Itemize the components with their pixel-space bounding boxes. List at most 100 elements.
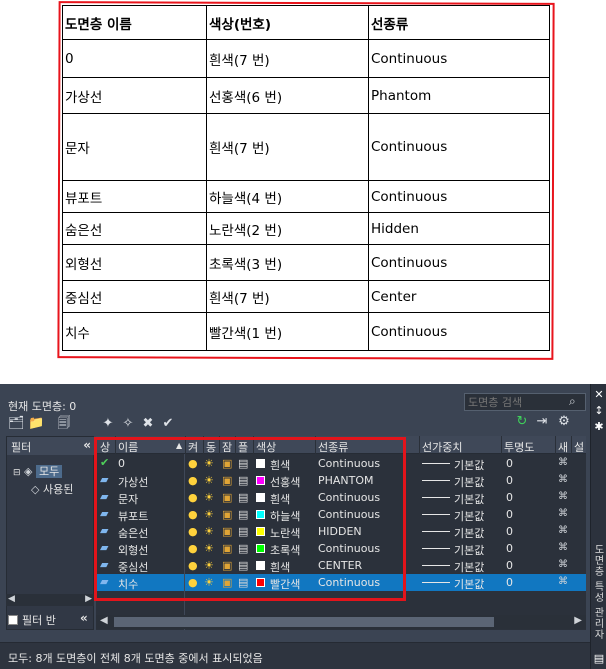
table-header-cell: 선종류 [368, 5, 550, 40]
new-layer-vp-frozen-icon[interactable]: ✧ [120, 416, 136, 432]
column-separator[interactable] [501, 436, 502, 454]
table-row: 문자 흰색(7 번) Continuous [62, 113, 550, 181]
table-cell: Hidden [368, 212, 550, 245]
properties-icon[interactable]: ✱ [593, 420, 605, 433]
transparency[interactable]: 0 [506, 576, 513, 589]
table-cell: 흰색(7 번) [206, 39, 369, 78]
lineweight-line [422, 497, 450, 498]
settings-gear-icon[interactable]: ⚙ [556, 414, 572, 430]
column-separator[interactable] [419, 436, 420, 454]
column-separator[interactable] [555, 436, 556, 454]
tree-collapse-icon[interactable]: ⊟ [13, 468, 21, 478]
col-transparency-header[interactable]: 투명도 [504, 439, 534, 455]
layer-states-manager-icon[interactable]: 🗐 [56, 416, 72, 432]
layer-search-input[interactable] [464, 393, 586, 411]
viewport-freeze-icon[interactable]: ⌘ [558, 474, 568, 485]
set-current-icon[interactable]: ✔ [160, 416, 176, 432]
lineweight[interactable]: 기본값 [454, 576, 484, 592]
table-cell: 가상선 [62, 77, 207, 114]
autohide-icon[interactable]: ↕ [593, 404, 605, 417]
delete-layer-icon[interactable]: ✖ [140, 416, 156, 432]
table-cell: 노란색(2 번) [206, 212, 369, 245]
transparency[interactable]: 0 [506, 559, 513, 572]
invert-filter-checkbox[interactable]: 필터 반 [8, 612, 56, 628]
table-header-cell: 도면층 이름 [62, 5, 207, 40]
scroll-right-icon[interactable]: ▶ [574, 615, 582, 626]
table-cell: 뷰포트 [62, 180, 207, 213]
transparency[interactable]: 0 [506, 542, 513, 555]
tree-used-label: 사용된 [42, 483, 74, 496]
scroll-left-icon[interactable]: ◀ [8, 594, 15, 604]
layer-list-scrollbar[interactable]: ◀ ▶ [96, 615, 586, 629]
filter-scrollbar[interactable]: ◀ ▶ [6, 594, 94, 606]
table-row: 치수 빨간색(1 번) Continuous [62, 312, 550, 351]
checkbox-box[interactable] [8, 615, 18, 625]
scroll-right-icon[interactable]: ▶ [85, 594, 92, 604]
table-cell: Continuous [368, 312, 550, 351]
table-cell: 숨은선 [62, 212, 207, 245]
transparency[interactable]: 0 [506, 457, 513, 470]
viewport-freeze-icon[interactable]: ⌘ [558, 576, 568, 587]
viewport-freeze-icon[interactable]: ⌘ [558, 457, 568, 468]
transparency[interactable]: 0 [506, 525, 513, 538]
palette-title: 도면층 특성 관리자 [592, 544, 603, 641]
table-row: 뷰포트 하늘색(4 번) Continuous [62, 180, 550, 213]
col-description-header[interactable]: 설 [574, 439, 584, 455]
table-cell: Continuous [368, 39, 550, 78]
new-layer-icon[interactable]: ✦ [100, 416, 116, 432]
table-cell: Center [368, 280, 550, 313]
filter-header-label: 필터 [11, 441, 32, 454]
tree-node-all[interactable]: ⊟ ◈ 모두 [13, 463, 63, 479]
lineweight[interactable]: 기본값 [454, 457, 484, 473]
table-header-cell: 색상(번호) [206, 5, 369, 40]
tree-node-used[interactable]: ◇ 사용된 [31, 481, 73, 497]
viewport-freeze-icon[interactable]: ⌘ [558, 542, 568, 553]
column-separator[interactable] [571, 436, 572, 454]
scroll-thumb[interactable] [114, 617, 494, 627]
close-icon[interactable]: ✕ [593, 388, 605, 401]
table-cell: Continuous [368, 244, 550, 281]
viewport-freeze-icon[interactable]: ⌘ [558, 559, 568, 570]
invert-filter-label: 필터 반 [22, 614, 56, 627]
transparency[interactable]: 0 [506, 474, 513, 487]
col-lineweight-header[interactable]: 선가중치 [422, 439, 462, 455]
current-layer-label: 현재 도면층: 0 [8, 400, 77, 413]
table-cell: Continuous [368, 113, 550, 181]
lineweight[interactable]: 기본값 [454, 559, 484, 575]
export-icon[interactable]: ⇥ [534, 414, 550, 430]
refresh-icon[interactable]: ↻ [514, 414, 530, 430]
scroll-left-icon[interactable]: ◀ [100, 615, 108, 626]
table-cell: 문자 [62, 113, 207, 181]
table-cell: 0 [62, 39, 207, 78]
filter-icon: ◇ [31, 483, 40, 496]
table-cell: 흰색(7 번) [206, 113, 369, 181]
layer-list-highlight-frame [94, 437, 406, 601]
lineweight[interactable]: 기본값 [454, 491, 484, 507]
transparency[interactable]: 0 [506, 491, 513, 504]
collapse-filter-button[interactable]: « [83, 438, 91, 452]
filter-icon: ◈ [24, 465, 33, 478]
table-header-row: 도면층 이름 색상(번호) 선종류 [62, 5, 550, 40]
layer-spec-table: 도면층 이름 색상(번호) 선종류 0 흰색(7 번) Continuous 가상선 선홍색(… [62, 5, 550, 351]
table-row: 0 흰색(7 번) Continuous [62, 39, 550, 78]
new-group-filter-icon[interactable]: 📁 [28, 416, 44, 432]
filter-header: 필터 « [7, 437, 95, 455]
table-cell: 중심선 [62, 280, 207, 313]
lineweight[interactable]: 기본값 [454, 542, 484, 558]
lineweight[interactable]: 기본값 [454, 474, 484, 490]
col-new-vp-freeze-header[interactable]: 새 [558, 439, 568, 455]
viewport-freeze-icon[interactable]: ⌘ [558, 525, 568, 536]
table-cell: 선홍색(6 번) [206, 77, 369, 114]
lineweight[interactable]: 기본값 [454, 508, 484, 524]
search-icon[interactable]: ⌕ [569, 394, 576, 409]
lineweight-line [422, 514, 450, 515]
lineweight-line [422, 565, 450, 566]
viewport-freeze-icon[interactable]: ⌘ [558, 491, 568, 502]
transparency[interactable]: 0 [506, 508, 513, 521]
collapse-filter-bottom-button[interactable]: « [80, 611, 88, 625]
new-property-filter-icon[interactable]: 🗂 [8, 416, 25, 432]
table-cell: Phantom [368, 77, 550, 114]
viewport-freeze-icon[interactable]: ⌘ [558, 508, 568, 519]
lineweight-line [422, 582, 450, 583]
lineweight[interactable]: 기본값 [454, 525, 484, 541]
